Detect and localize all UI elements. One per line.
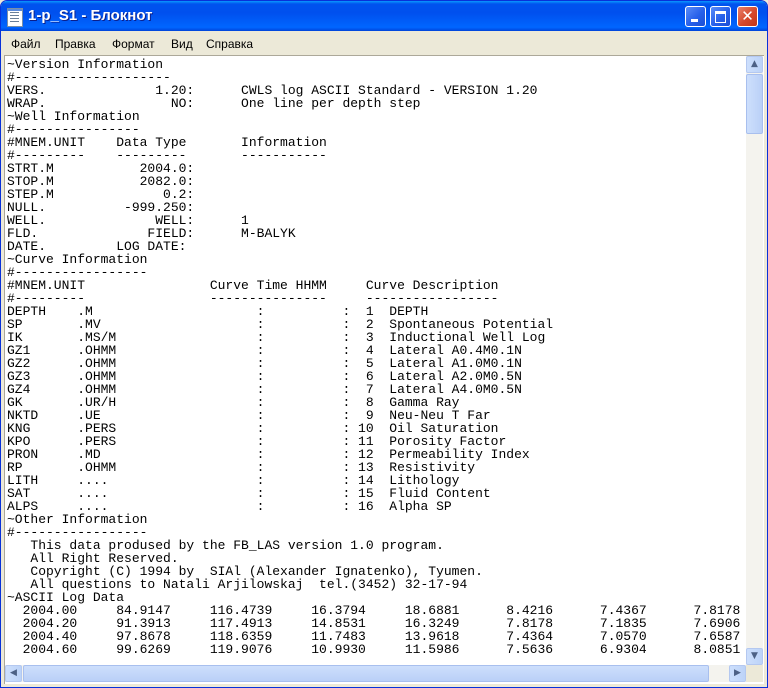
menu-help[interactable]: Справка xyxy=(206,37,253,51)
maximize-icon xyxy=(715,11,726,23)
window-title: 1-p_S1 - Блокнот xyxy=(28,7,153,24)
text-editor[interactable]: ~Version Information #------------------… xyxy=(4,55,764,684)
chevron-up-icon: ▲ xyxy=(751,59,758,69)
vertical-scroll-thumb[interactable] xyxy=(746,74,763,134)
chevron-right-icon: ▶ xyxy=(734,668,741,678)
scroll-right-button[interactable]: ▶ xyxy=(729,665,746,682)
menu-bar: Файл Правка Формат Вид Справка xyxy=(4,32,764,54)
minimize-button[interactable] xyxy=(685,6,706,27)
horizontal-scrollbar[interactable]: ◀ ▶ xyxy=(5,665,746,682)
text-content-area[interactable]: ~Version Information #------------------… xyxy=(7,58,745,664)
scroll-left-button[interactable]: ◀ xyxy=(5,665,22,682)
scroll-down-button[interactable]: ▼ xyxy=(746,648,763,665)
notepad-window: 1-p_S1 - Блокнот ✕ Файл Правка Формат Ви… xyxy=(0,0,768,688)
minimize-icon xyxy=(691,19,698,22)
scrollbar-corner xyxy=(746,665,763,682)
menu-format[interactable]: Формат xyxy=(112,37,155,51)
text-line[interactable]: 2004.60 99.6269 119.9076 10.9930 11.5986… xyxy=(7,642,741,657)
horizontal-scroll-thumb[interactable] xyxy=(23,665,709,682)
menu-view[interactable]: Вид xyxy=(171,37,193,51)
maximize-button[interactable] xyxy=(710,6,731,27)
notepad-icon[interactable] xyxy=(7,8,23,27)
menu-file[interactable]: Файл xyxy=(11,37,41,51)
close-icon: ✕ xyxy=(741,7,754,25)
close-button[interactable]: ✕ xyxy=(737,6,758,27)
menu-edit[interactable]: Правка xyxy=(55,37,96,51)
chevron-left-icon: ◀ xyxy=(10,668,17,678)
chevron-down-icon: ▼ xyxy=(751,651,758,661)
vertical-scrollbar[interactable]: ▲ ▼ xyxy=(746,56,763,665)
document-text[interactable]: ~Version Information #------------------… xyxy=(7,58,745,656)
title-bar[interactable]: 1-p_S1 - Блокнот ✕ xyxy=(1,1,767,31)
scroll-up-button[interactable]: ▲ xyxy=(746,56,763,73)
